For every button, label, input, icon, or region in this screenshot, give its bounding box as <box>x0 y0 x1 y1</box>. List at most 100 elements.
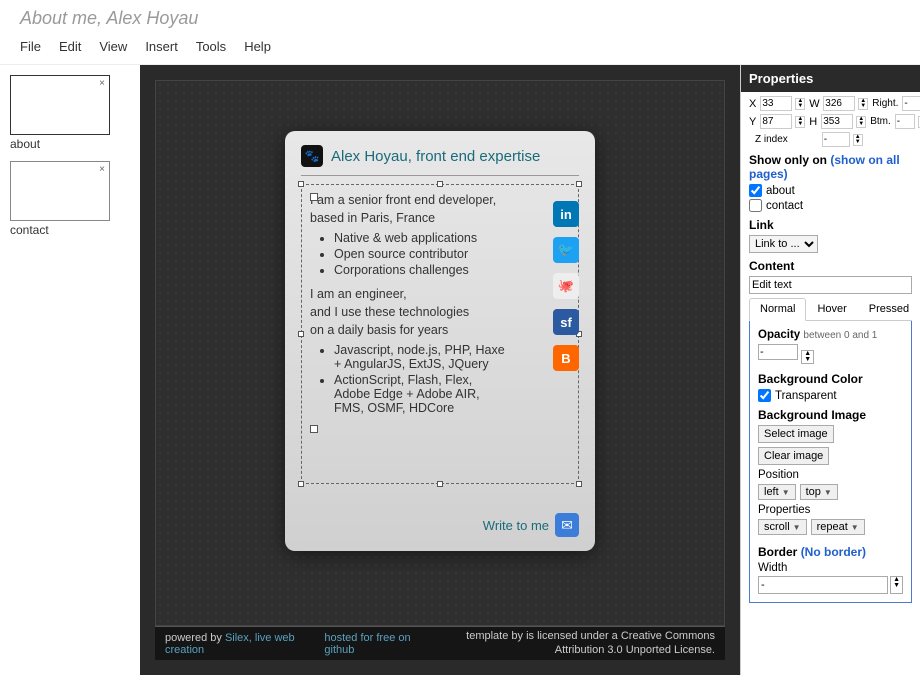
properties-panel: Properties X ▲▼ W ▲▼ Right. ▲▼ Y ▲▼ H ▲▼ <box>740 65 920 675</box>
state-tabs: Normal Hover Pressed <box>749 298 912 321</box>
transparent-label: Transparent <box>775 390 837 402</box>
twitter-icon[interactable]: 🐦 <box>553 237 579 263</box>
border-width-input[interactable] <box>758 576 888 594</box>
coord-btm-input[interactable] <box>895 114 915 129</box>
bio-line: I am an engineer, <box>310 287 510 301</box>
page-label: contact <box>10 223 130 237</box>
hosted-link[interactable]: hosted for free on github <box>324 632 435 656</box>
coord-x-input[interactable] <box>760 96 792 111</box>
card-body: I am a senior front end developer, based… <box>310 193 510 415</box>
tab-pressed[interactable]: Pressed <box>858 298 920 320</box>
no-border-link[interactable]: (No border) <box>801 545 866 559</box>
sourceforge-icon[interactable]: sf <box>553 309 579 335</box>
border-width-label: Width <box>758 562 903 574</box>
coord-y-input[interactable] <box>760 114 792 129</box>
canvas[interactable]: 🐾 Alex Hoyau, front end expertise I am a… <box>155 80 725 626</box>
zindex-label: Z index <box>755 134 788 145</box>
coord-h-input[interactable] <box>821 114 853 129</box>
template-label: template by <box>466 630 526 642</box>
link-select[interactable]: Link to ... <box>749 235 818 253</box>
opacity-input[interactable] <box>758 344 798 360</box>
tech-item: ActionScript, Flash, Flex, Adobe Edge + … <box>334 373 510 415</box>
bio-line: on a daily basis for years <box>310 323 510 337</box>
paw-icon: 🐾 <box>301 145 323 167</box>
showonly-contact-label: contact <box>766 200 803 212</box>
showonly-about-checkbox[interactable] <box>749 184 762 197</box>
social-links: in 🐦 🐙 sf B <box>553 201 579 371</box>
showonly-about-label: about <box>766 185 795 197</box>
tab-normal[interactable]: Normal <box>749 298 806 321</box>
transparent-checkbox[interactable] <box>758 389 771 402</box>
page-thumb-about[interactable]: × <box>10 75 110 135</box>
coord-h-stepper[interactable]: ▲▼ <box>856 116 866 128</box>
menu-edit[interactable]: Edit <box>59 39 81 54</box>
select-image-button[interactable]: Select image <box>758 425 834 443</box>
menu-bar: File Edit View Insert Tools Help <box>0 33 920 65</box>
skill-item: Open source contributor <box>334 247 510 261</box>
coord-w-label: W <box>809 98 819 110</box>
pages-panel: × about × contact <box>0 65 140 675</box>
coord-h-label: H <box>809 116 817 128</box>
skill-item: Corporations challenges <box>334 263 510 277</box>
border-width-stepper[interactable]: ▲▼ <box>890 576 903 594</box>
coord-x-label: X <box>749 98 756 110</box>
content-card[interactable]: 🐾 Alex Hoyau, front end expertise I am a… <box>285 131 595 551</box>
github-icon[interactable]: 🐙 <box>553 273 579 299</box>
bgcolor-title: Background Color <box>758 372 903 386</box>
license-text: is licensed under a Creative Commons Att… <box>526 630 715 655</box>
close-icon[interactable]: × <box>99 78 105 89</box>
coord-x-stepper[interactable]: ▲▼ <box>795 98 805 110</box>
intro-line: based in Paris, France <box>310 211 510 225</box>
coord-y-stepper[interactable]: ▲▼ <box>795 116 805 128</box>
bgprop-scroll-select[interactable]: scroll▼ <box>758 519 807 535</box>
menu-insert[interactable]: Insert <box>145 39 178 54</box>
zindex-input[interactable] <box>822 132 850 147</box>
tab-hover[interactable]: Hover <box>806 298 857 320</box>
write-to-me-link[interactable]: Write to me <box>483 518 549 533</box>
zindex-stepper[interactable]: ▲▼ <box>853 134 863 146</box>
position-label: Position <box>758 469 903 481</box>
page-thumb-contact[interactable]: × <box>10 161 110 221</box>
page-item[interactable]: × contact <box>10 161 130 237</box>
menu-view[interactable]: View <box>99 39 127 54</box>
app-title: About me, Alex Hoyau <box>20 8 900 29</box>
coord-y-label: Y <box>749 116 756 128</box>
bgprop-repeat-select[interactable]: repeat▼ <box>811 519 865 535</box>
menu-help[interactable]: Help <box>244 39 271 54</box>
page-label: about <box>10 137 130 151</box>
bgimage-title: Background Image <box>758 408 903 422</box>
stage: 🐾 Alex Hoyau, front end expertise I am a… <box>140 65 740 675</box>
properties-header: Properties <box>741 65 920 92</box>
link-title: Link <box>749 218 912 232</box>
stage-footer: powered by Silex, live web creation host… <box>155 626 725 660</box>
tech-item: Javascript, node.js, PHP, Haxe + Angular… <box>334 343 510 371</box>
opacity-label: Opacity <box>758 329 800 341</box>
blogger-icon[interactable]: B <box>553 345 579 371</box>
mail-icon[interactable]: ✉ <box>555 513 579 537</box>
page-item[interactable]: × about <box>10 75 130 151</box>
card-title: Alex Hoyau, front end expertise <box>331 148 540 165</box>
bgpos-left-select[interactable]: left▼ <box>758 484 796 500</box>
showonly-contact-checkbox[interactable] <box>749 199 762 212</box>
bgpos-top-select[interactable]: top▼ <box>800 484 838 500</box>
intro-line: I am a senior front end developer, <box>310 193 510 207</box>
coord-right-input[interactable] <box>902 96 920 111</box>
close-icon[interactable]: × <box>99 164 105 175</box>
menu-tools[interactable]: Tools <box>196 39 226 54</box>
bio-line: and I use these technologies <box>310 305 510 319</box>
opacity-stepper[interactable]: ▲▼ <box>801 350 814 364</box>
showonly-label: Show only on <box>749 153 827 167</box>
coord-right-label: Right. <box>872 98 898 109</box>
coord-w-stepper[interactable]: ▲▼ <box>858 98 868 110</box>
skill-item: Native & web applications <box>334 231 510 245</box>
content-title: Content <box>749 259 912 273</box>
coord-w-input[interactable] <box>823 96 855 111</box>
tab-content: Opacity between 0 and 1 ▲▼ Background Co… <box>749 321 912 603</box>
clear-image-button[interactable]: Clear image <box>758 447 829 465</box>
edit-text-input[interactable] <box>749 276 912 294</box>
linkedin-icon[interactable]: in <box>553 201 579 227</box>
border-title: Border <box>758 545 797 559</box>
menu-file[interactable]: File <box>20 39 41 54</box>
opacity-hint: between 0 and 1 <box>803 330 877 341</box>
selected-element[interactable]: I am a senior front end developer, based… <box>301 184 579 484</box>
